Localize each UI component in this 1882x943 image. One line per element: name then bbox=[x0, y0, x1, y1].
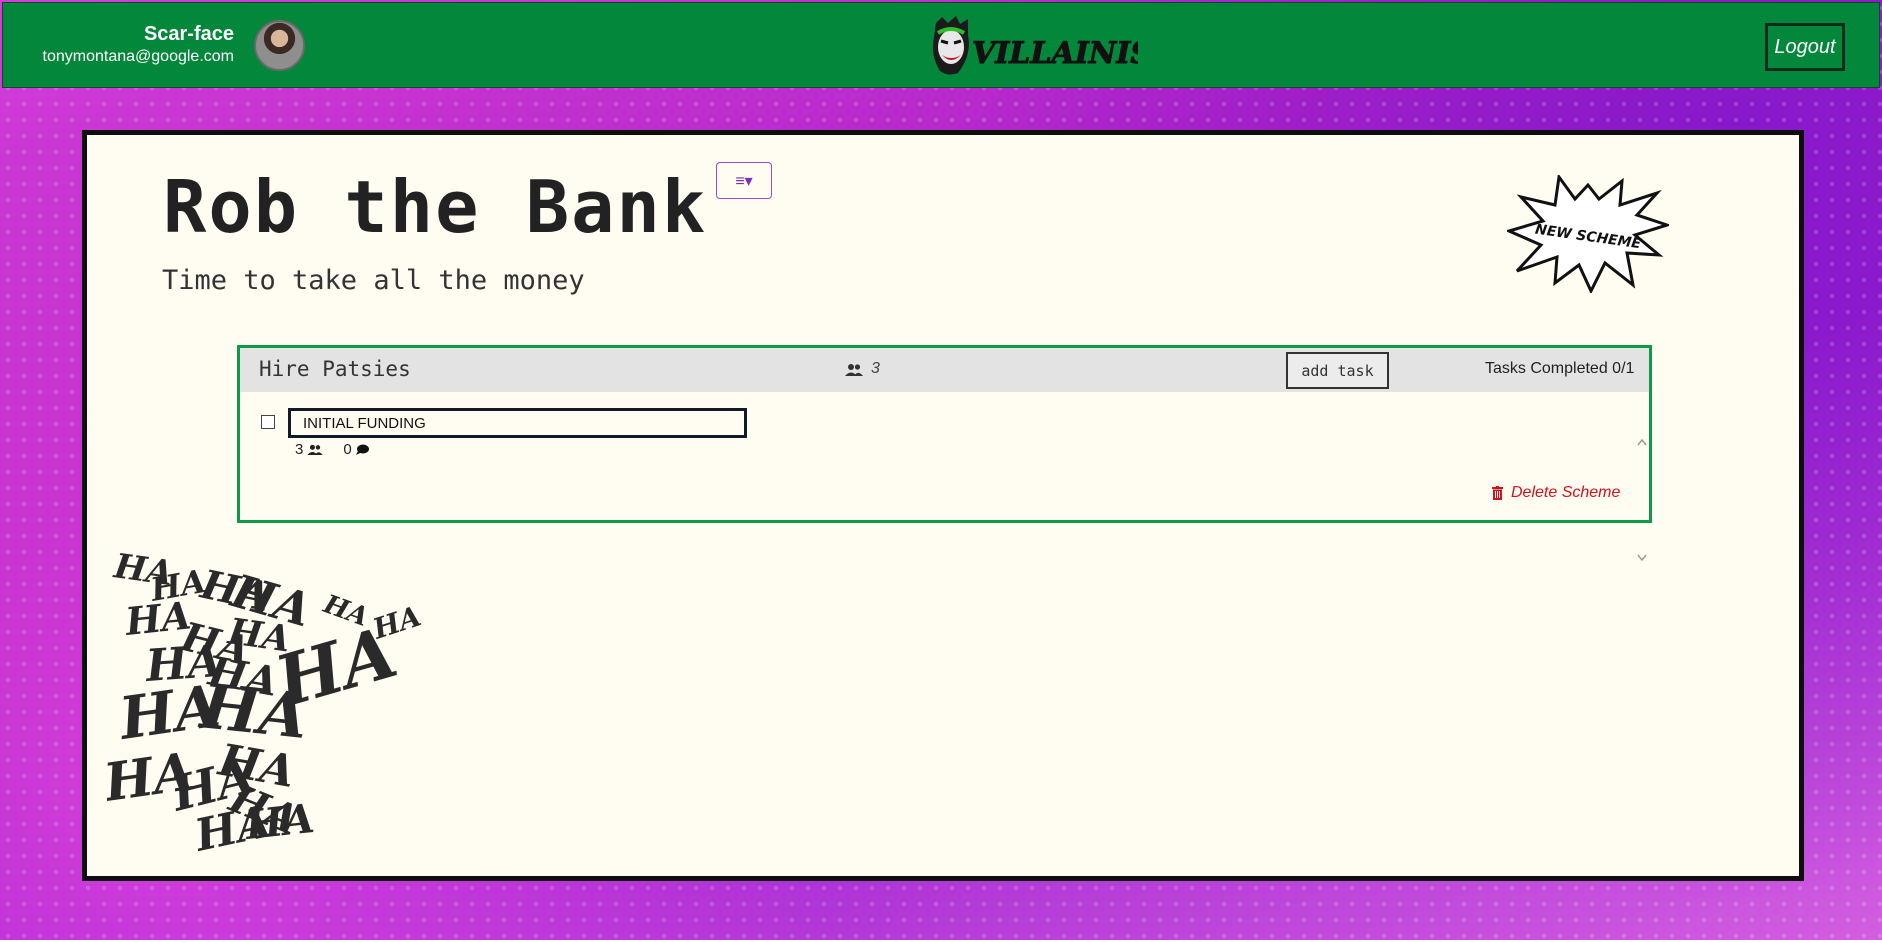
delete-scheme-label: Delete Scheme bbox=[1511, 484, 1621, 501]
haha-decoration: HA HA HA HA HA HA HA HA HA HA HA HA HA H… bbox=[107, 546, 425, 859]
task-comment-count: 0 bbox=[343, 441, 352, 458]
hamburger-dropdown-icon: ≡▾ bbox=[735, 172, 753, 190]
user-email: tonymontana@google.com bbox=[42, 48, 234, 65]
users-icon bbox=[307, 444, 323, 455]
task-name-button[interactable]: INITIAL FUNDING bbox=[288, 408, 747, 438]
delete-scheme-button[interactable]: Delete Scheme bbox=[1492, 484, 1620, 502]
svg-text:HA: HA bbox=[242, 795, 316, 849]
user-name: Scar-face bbox=[143, 23, 234, 45]
tasks-completed-status: Tasks Completed 0/1 bbox=[1485, 360, 1635, 377]
scheme-member-count: 3 bbox=[871, 360, 880, 377]
main-panel: Rob the Bank ≡▾ Time to take all the mon… bbox=[82, 130, 1804, 881]
scheme-members[interactable]: 3 bbox=[845, 360, 880, 378]
users-icon bbox=[845, 363, 863, 376]
add-task-button[interactable]: add task bbox=[1286, 352, 1389, 389]
user-info: Scar-face tonymontana@google.com bbox=[43, 21, 234, 67]
scheme-card: Hire Patsies 3 add task Tasks Completed … bbox=[237, 345, 1652, 562]
page-title: Rob the Bank bbox=[163, 165, 708, 249]
logo-text: VILLAINISM bbox=[972, 36, 1138, 71]
task-meta: 3 0 bbox=[295, 441, 369, 458]
top-navbar: Scar-face tonymontana@google.com VILLAIN… bbox=[2, 2, 1880, 88]
joker-face-icon bbox=[932, 16, 969, 75]
task-member-count: 3 bbox=[295, 441, 304, 458]
task-checkbox[interactable] bbox=[261, 415, 275, 429]
comment-icon[interactable] bbox=[355, 444, 369, 456]
new-scheme-button[interactable]: NEW SCHEME bbox=[1507, 175, 1669, 293]
scheme-options-dropdown-button[interactable]: ≡▾ bbox=[716, 162, 772, 199]
villainism-logo[interactable]: VILLAINISM bbox=[928, 15, 1138, 79]
scheme-card-header: Hire Patsies 3 add task Tasks Completed … bbox=[240, 348, 1649, 392]
task-name: INITIAL FUNDING bbox=[303, 414, 426, 432]
task-list: INITIAL FUNDING 3 0 Delete Scheme bbox=[240, 392, 1649, 562]
scroll-down-icon bbox=[1637, 554, 1647, 562]
logout-button[interactable]: Logout bbox=[1765, 23, 1845, 71]
avatar[interactable] bbox=[254, 20, 305, 71]
task-list-scrollbar[interactable] bbox=[1635, 436, 1649, 564]
page-subtitle: Time to take all the money bbox=[162, 265, 585, 296]
scroll-up-icon bbox=[1637, 438, 1647, 446]
scheme-title: Hire Patsies bbox=[259, 357, 411, 381]
trash-icon bbox=[1492, 486, 1503, 500]
